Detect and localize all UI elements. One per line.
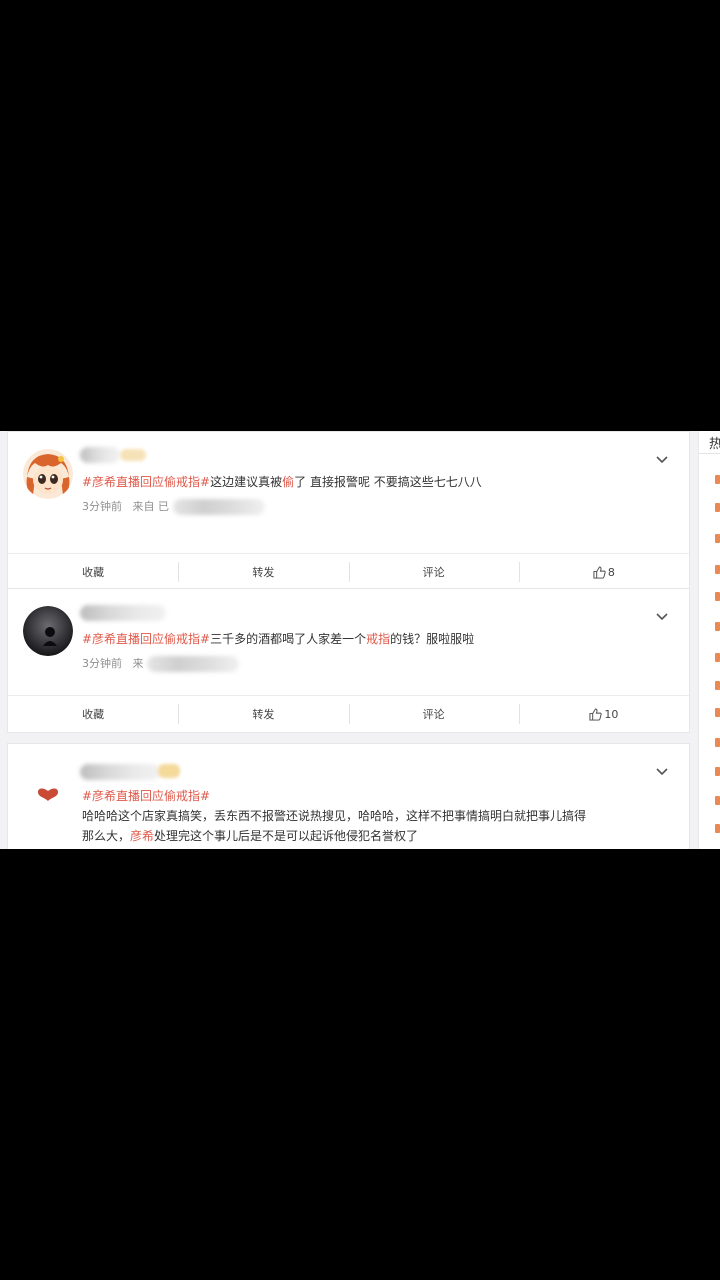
post-source: 来自 已 (132, 500, 170, 513)
hot-list-rank (715, 738, 720, 747)
repost-button[interactable]: 转发 (178, 696, 348, 732)
post-card: #彦希直播回应偷戒指#这边建议真被偷了 直接报警呢 不要搞这些七七八八 3分钟前… (7, 431, 690, 591)
hot-list-rank (715, 622, 720, 631)
username-blurred-tail (120, 449, 146, 461)
collect-button[interactable]: 收藏 (8, 554, 178, 590)
post-text: #彦希直播回应偷戒指# 哈哈哈这个店家真搞笑，丢东西不报警还说热搜见，哈哈哈，这… (82, 789, 587, 843)
hot-list-rank (715, 824, 720, 833)
username-blurred[interactable] (80, 605, 166, 621)
heart-avatar[interactable] (23, 769, 73, 819)
topic-link[interactable]: #彦希直播回应偷戒指# (82, 475, 210, 489)
chevron-down-icon[interactable] (653, 607, 671, 625)
chevron-down-icon[interactable] (653, 762, 671, 780)
hot-list-rank (715, 653, 720, 662)
hot-list-rank (715, 796, 720, 805)
like-count: 10 (604, 707, 619, 721)
username-blurred[interactable] (80, 447, 120, 463)
hot-list-header: 热 (709, 433, 720, 452)
thumbs-up-icon (593, 565, 606, 579)
mention-link[interactable]: 彦希 (130, 829, 154, 843)
username-blurred[interactable] (80, 764, 160, 780)
post-card: #彦希直播回应偷戒指#三千多的酒都喝了人家差一个戒指的钱？服啦服啦 3分钟前 来… (7, 588, 690, 733)
post-meta: 3分钟前 来 (82, 655, 239, 672)
post-time[interactable]: 3分钟前 (82, 500, 122, 513)
post-source: 来 (132, 657, 144, 670)
dark-photo-avatar[interactable] (23, 606, 73, 656)
collect-button[interactable]: 收藏 (8, 696, 178, 732)
hot-list-rank (715, 475, 720, 484)
hot-list-rank (715, 503, 720, 512)
post-meta: 3分钟前 来自 已 (82, 498, 265, 515)
hot-list-rank (715, 708, 720, 717)
post-card: #彦希直播回应偷戒指# 哈哈哈这个店家真搞笑，丢东西不报警还说热搜见，哈哈哈，这… (7, 743, 690, 849)
post-time[interactable]: 3分钟前 (82, 657, 122, 670)
hot-list-rank (715, 767, 720, 776)
hot-list-rank (715, 681, 720, 690)
hot-list-rank (715, 565, 720, 574)
like-button[interactable]: 8 (518, 554, 689, 590)
topic-link[interactable]: #彦希直播回应偷戒指# (82, 632, 210, 646)
thumbs-up-icon (589, 707, 603, 721)
topic-link[interactable]: #彦希直播回应偷戒指# (82, 789, 210, 803)
post-actions: 收藏 转发 评论 10 (8, 695, 689, 732)
source-blurred (172, 499, 265, 515)
repost-button[interactable]: 转发 (178, 554, 348, 590)
chevron-down-icon[interactable] (653, 450, 671, 468)
post-text: #彦希直播回应偷戒指#三千多的酒都喝了人家差一个戒指的钱？服啦服啦 (82, 632, 475, 646)
post-text: #彦希直播回应偷戒指#这边建议真被偷了 直接报警呢 不要搞这些七七八八 (82, 475, 482, 489)
post-actions: 收藏 转发 评论 8 (8, 553, 689, 590)
username-badge-blurred (158, 764, 180, 778)
hot-list-rank (715, 534, 720, 543)
hot-list-panel: 热 (698, 431, 720, 849)
weibo-feed: #彦希直播回应偷戒指#这边建议真被偷了 直接报警呢 不要搞这些七七八八 3分钟前… (0, 431, 720, 849)
like-button[interactable]: 10 (518, 696, 689, 732)
source-blurred (147, 656, 239, 672)
comment-button[interactable]: 评论 (348, 554, 519, 590)
comment-button[interactable]: 评论 (348, 696, 519, 732)
like-count: 8 (607, 565, 615, 579)
hot-list-rank (715, 592, 720, 601)
cartoon-girl-avatar[interactable] (23, 449, 73, 499)
